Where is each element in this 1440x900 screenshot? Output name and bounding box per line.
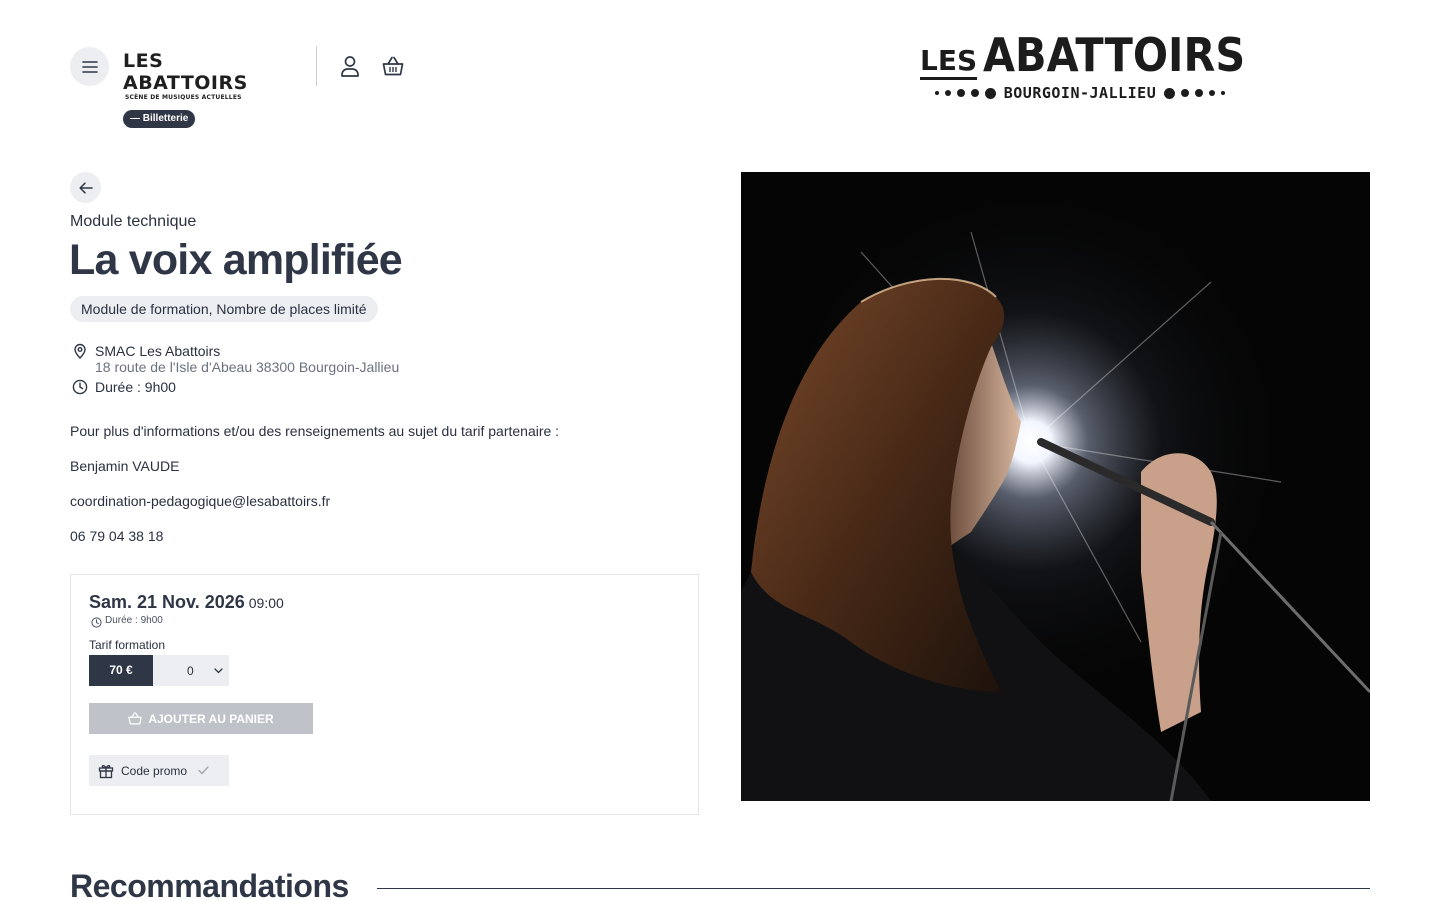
contact-name: Benjamin VAUDE [70,458,180,474]
venue-address: 18 route de l'Isle d'Abeau 38300 Bourgoi… [95,359,400,375]
tarif-label: Tarif formation [89,638,166,652]
quantity-select[interactable]: 0 [153,655,229,686]
recommendations-divider [377,888,1370,889]
menu-icon [81,60,98,73]
add-to-cart-label: AJOUTER AU PANIER [148,711,274,726]
basket-icon [382,56,404,76]
small-logo[interactable]: LES ABATTOIRS SCÈNE DE MUSIQUES ACTUELLE… [123,50,285,101]
logo-dots-left [934,87,996,99]
price-tag: 70 € [89,655,153,686]
brand-logo-city: BOURGOIN-JALLIEU [1003,84,1157,102]
add-to-cart-button[interactable]: AJOUTER AU PANIER [89,703,313,734]
brand-logo[interactable]: LES ABATTOIRS BOURGOIN-JALLIEU [920,30,1245,110]
session-time: 09:00 [248,595,284,611]
event-tags: Module de formation, Nombre de places li… [70,296,378,322]
logo-dots-right [1164,87,1226,99]
quantity-value: 0 [187,663,194,678]
singer-illustration [741,172,1370,801]
location-pin-icon [74,343,86,359]
check-icon [198,766,209,775]
booking-card: Sam. 21 Nov. 2026 09:00 Durée : 9h00 Tari… [70,574,699,815]
session-duration: Durée : 9h00 [105,615,163,626]
menu-button[interactable] [70,47,109,86]
cart-button[interactable] [381,54,405,78]
chevron-down-icon [214,667,223,673]
clock-icon [91,617,102,628]
brand-logo-name: ABATTOIRS [983,28,1246,82]
brand-logo-les: LES [920,46,978,80]
promo-code-label: Code promo [121,763,188,778]
event-category: Module technique [70,213,197,230]
ticketing-badge: — Billetterie [123,110,196,128]
recommendations-title: Recommandations [70,868,349,900]
gift-icon [98,764,114,778]
venue-name: SMAC Les Abattoirs [95,343,221,359]
promo-code-button[interactable]: Code promo [89,755,229,786]
event-title: La voix amplifiée [69,236,403,284]
account-button[interactable] [338,54,362,78]
event-photo [741,172,1370,801]
info-intro: Pour plus d'informations et/ou des rense… [70,423,560,439]
session-date-line: Sam. 21 Nov. 2026 09:00 [89,592,284,613]
basket-icon [128,712,143,725]
header-divider [316,46,317,86]
back-button[interactable] [70,172,101,203]
session-date: Sam. 21 Nov. 2026 [89,592,245,612]
small-logo-text: LES ABATTOIRS [123,50,248,94]
clock-icon [72,379,88,395]
arrow-left-icon [78,181,93,194]
contact-phone[interactable]: 06 79 04 38 18 [70,528,163,544]
event-duration: Durée : 9h00 [95,379,176,395]
contact-email[interactable]: coordination-pedagogique@lesabattoirs.fr [70,493,330,509]
user-icon [341,56,359,77]
small-logo-subtitle: SCÈNE DE MUSIQUES ACTUELLES [125,94,242,101]
